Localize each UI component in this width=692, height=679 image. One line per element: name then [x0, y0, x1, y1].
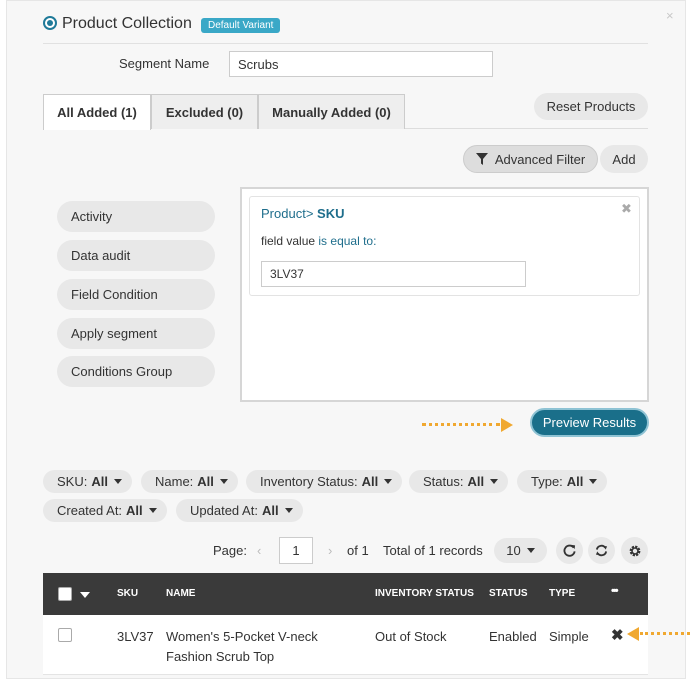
divider — [43, 43, 648, 44]
annotation-dotted-line — [422, 423, 500, 426]
chip-value: All — [361, 474, 379, 489]
cell-type: Simple — [549, 629, 589, 644]
column-header-type[interactable]: TYPE — [549, 588, 575, 599]
caret-down-icon — [148, 508, 157, 513]
page-count: of 1 — [347, 543, 369, 558]
filter-field: SKU — [317, 206, 345, 221]
filter-chip-inventory-status[interactable]: Inventory Status: All — [246, 470, 403, 493]
condition-value-input[interactable] — [261, 261, 526, 287]
filter-chip-name[interactable]: Name: All — [141, 470, 238, 493]
tab-excluded[interactable]: Excluded (0) — [151, 94, 258, 129]
column-header-inventory-status[interactable]: INVENTORY STATUS — [375, 588, 474, 599]
condition-operator[interactable]: is equal to: — [318, 234, 376, 248]
refresh-button[interactable] — [556, 537, 583, 564]
segment-name-label: Segment Name — [119, 56, 210, 71]
caret-down-icon — [113, 479, 122, 484]
filter-chip-created-at[interactable]: Created At: All — [43, 499, 167, 522]
gear-icon — [629, 545, 640, 556]
chip-label: Type: — [531, 474, 563, 489]
filter-chip-updated-at[interactable]: Updated At: All — [176, 499, 303, 522]
cell-sku: 3LV37 — [117, 629, 154, 644]
default-variant-badge: Default Variant — [201, 18, 281, 33]
caret-down-icon — [490, 479, 499, 484]
sidebar-item-field-condition[interactable]: Field Condition — [57, 279, 215, 310]
sync-icon — [595, 544, 608, 557]
chip-label: Created At: — [57, 503, 123, 518]
caret-down-icon — [284, 508, 293, 513]
total-records: Total of 1 records — [383, 543, 483, 558]
filter-path: Product — [261, 206, 306, 221]
cell-inventory-status: Out of Stock — [375, 629, 447, 644]
sync-button[interactable] — [588, 537, 615, 564]
add-button[interactable]: Add — [600, 145, 648, 173]
sidebar-item-conditions-group[interactable]: Conditions Group — [57, 356, 215, 387]
preview-results-button[interactable]: Preview Results — [530, 408, 649, 437]
column-header-name[interactable]: NAME — [166, 588, 195, 599]
column-header-sku[interactable]: SKU — [117, 588, 138, 599]
page-number-input[interactable] — [279, 537, 313, 564]
chip-label: Name: — [155, 474, 194, 489]
caret-down-icon — [219, 479, 228, 484]
row-checkbox[interactable] — [58, 628, 72, 642]
refresh-icon — [563, 544, 576, 557]
annotation-arrow-icon — [627, 627, 639, 641]
caret-down-icon — [526, 548, 535, 553]
chip-value: All — [261, 503, 279, 518]
column-options-icon[interactable]: ••• — [611, 585, 618, 597]
caret-down-icon — [589, 479, 598, 484]
annotation-dotted-line — [640, 632, 690, 635]
chip-label: Inventory Status: — [260, 474, 358, 489]
chip-label: Updated At: — [190, 503, 258, 518]
cell-status: Enabled — [489, 629, 537, 644]
cell-name-line1: Women's 5-Pocket V-neck — [166, 629, 318, 644]
filter-chip-sku[interactable]: SKU: All — [43, 470, 132, 493]
per-page-select[interactable]: 10 — [494, 538, 547, 563]
chip-label: Status: — [423, 474, 464, 489]
sidebar-item-activity[interactable]: Activity — [57, 201, 215, 232]
cell-name: Women's 5-Pocket V-neck Fashion Scrub To… — [166, 627, 318, 667]
select-menu-caret-icon[interactable] — [80, 592, 90, 598]
advanced-filter-button[interactable]: Advanced Filter — [463, 145, 598, 173]
caret-down-icon — [384, 479, 393, 484]
chip-value: All — [126, 503, 143, 518]
settings-button[interactable] — [621, 537, 648, 564]
next-page-icon[interactable]: › — [328, 543, 332, 558]
radio-selected-icon[interactable] — [43, 16, 57, 30]
chip-value: All — [91, 474, 108, 489]
filter-condition-title[interactable]: Product> SKU — [261, 206, 344, 221]
remove-condition-icon[interactable]: ✖ — [621, 201, 632, 217]
filter-path-separator: > — [305, 206, 314, 221]
sidebar-item-apply-segment[interactable]: Apply segment — [57, 318, 215, 349]
chip-value: All — [566, 474, 584, 489]
previous-page-icon[interactable]: ‹ — [257, 543, 261, 558]
sidebar-item-data-audit[interactable]: Data audit — [57, 240, 215, 271]
chip-label: SKU: — [57, 474, 88, 489]
page-label: Page: — [213, 543, 247, 558]
select-all-checkbox[interactable] — [58, 587, 72, 601]
chip-value: All — [467, 474, 485, 489]
remove-row-icon[interactable]: ✖ — [611, 626, 624, 644]
page-title: Product Collection — [62, 15, 192, 32]
condition-prefix: field value — [261, 234, 316, 248]
tab-all-added[interactable]: All Added (1) — [43, 94, 151, 130]
per-page-value: 10 — [506, 543, 521, 558]
close-icon[interactable]: × — [666, 8, 674, 23]
annotation-arrow-icon — [501, 418, 513, 432]
segment-name-input[interactable] — [229, 51, 493, 77]
tab-manually-added[interactable]: Manually Added (0) — [258, 94, 405, 129]
column-header-status[interactable]: STATUS — [489, 588, 528, 599]
cell-name-line2: Fashion Scrub Top — [166, 649, 275, 664]
filter-chip-type[interactable]: Type: All — [517, 470, 608, 493]
chip-value: All — [197, 474, 214, 489]
advanced-filter-label: Advanced Filter — [494, 151, 586, 167]
filter-icon — [475, 153, 488, 165]
reset-products-button[interactable]: Reset Products — [534, 93, 648, 120]
filter-condition-text: field value is equal to: — [261, 234, 376, 248]
filter-chip-status[interactable]: Status: All — [409, 470, 509, 493]
